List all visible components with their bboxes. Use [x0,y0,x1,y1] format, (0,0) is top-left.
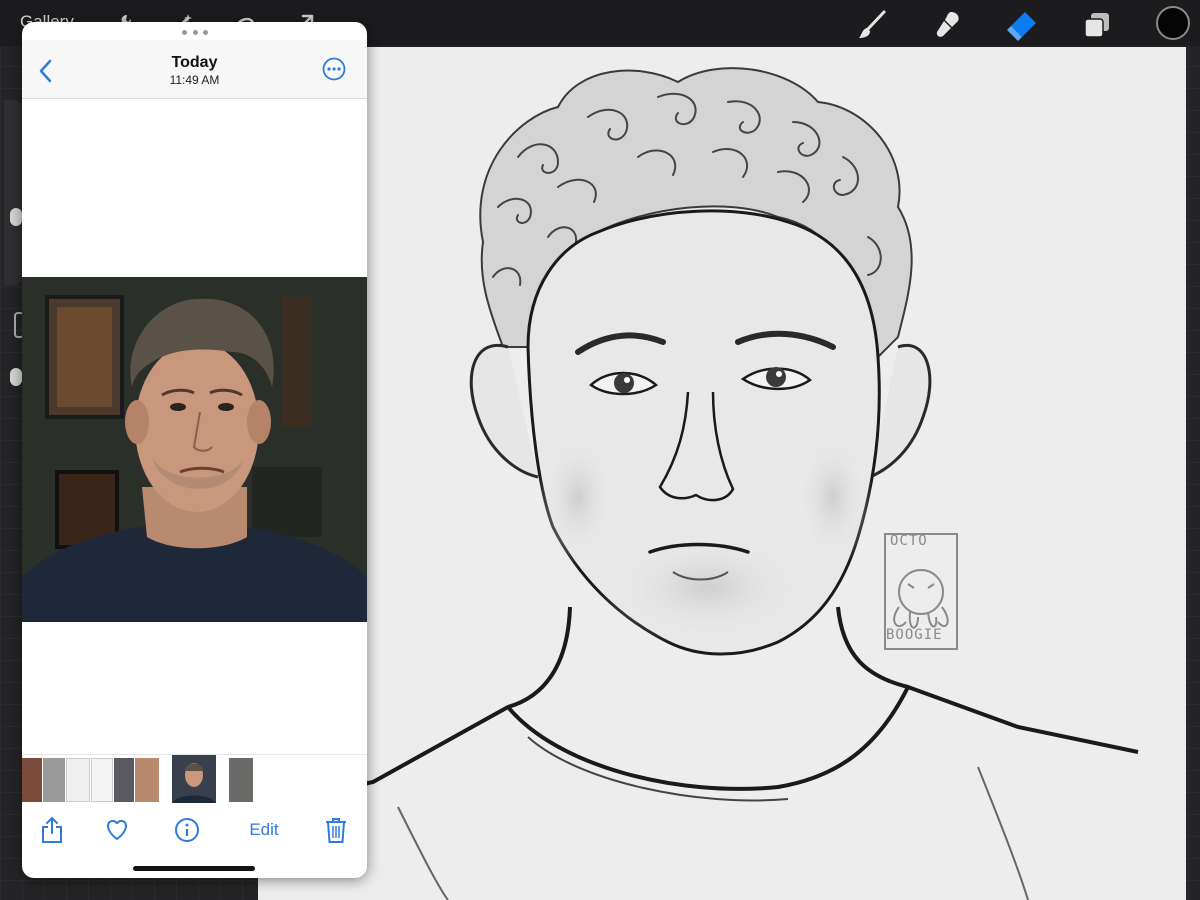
thumbnail-selected[interactable] [172,755,216,803]
edit-button[interactable]: Edit [244,816,284,844]
photo-date-title: Today [171,54,218,71]
share-icon[interactable] [40,816,64,844]
opacity-knob[interactable] [10,368,22,386]
brush-icon[interactable] [855,8,889,42]
info-icon[interactable] [174,816,200,844]
photo-toolbar: Edit [22,806,367,856]
thumbnail-strip[interactable] [22,754,367,803]
thumbnail[interactable] [135,758,159,802]
layers-icon[interactable] [1080,8,1114,42]
photo-time-subtitle: 11:49 AM [169,73,220,87]
trash-icon[interactable] [324,816,348,844]
thumbnail[interactable] [43,758,65,802]
thumbnail[interactable] [22,758,42,802]
watermark-top-text: OCTO [890,533,928,549]
thumbnail[interactable] [229,758,253,802]
more-options-icon[interactable] [322,57,346,81]
thumbnail[interactable] [114,758,134,802]
eraser-icon[interactable] [1005,8,1039,42]
portrait-sketch [258,67,1139,900]
drag-handle[interactable] [182,30,208,36]
home-indicator[interactable] [133,866,255,871]
reference-photo[interactable] [22,277,367,622]
photos-slide-over[interactable]: Today 11:49 AM Edit [22,22,367,878]
drawing-canvas[interactable]: OCTO BOOGIE [258,47,1186,900]
thumbnail[interactable] [91,758,113,802]
photo-nav-header: Today 11:49 AM [22,40,367,99]
heart-icon[interactable] [104,816,130,844]
watermark-bottom-text: BOOGIE [886,627,943,643]
octopus-logo-icon [898,569,944,615]
brush-size-slider[interactable] [4,100,22,285]
smudge-icon[interactable] [930,8,964,42]
thumbnail[interactable] [66,758,90,802]
color-picker-swatch[interactable] [1156,6,1190,40]
brush-size-knob[interactable] [10,208,22,226]
